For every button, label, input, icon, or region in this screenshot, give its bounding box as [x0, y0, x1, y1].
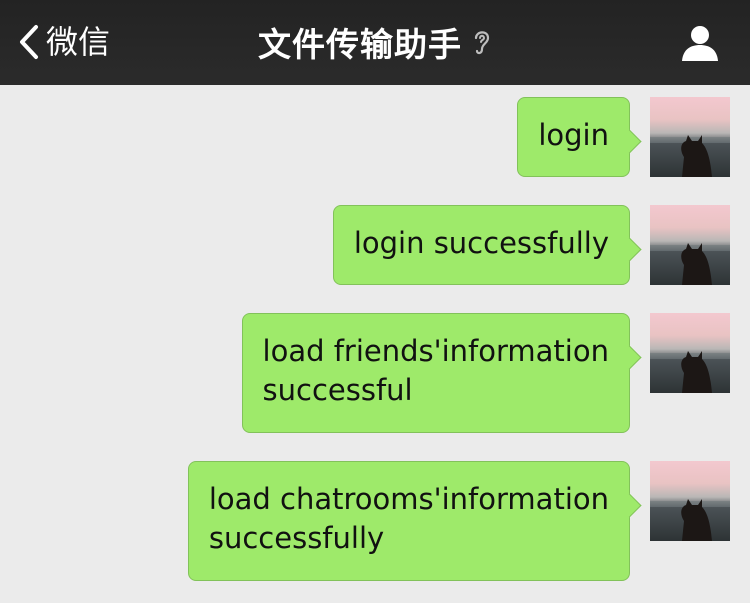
- nav-bar: 微信 文件传输助手: [0, 0, 750, 85]
- avatar[interactable]: [650, 205, 730, 285]
- avatar[interactable]: [650, 313, 730, 393]
- message-row: load friends'information successful: [241, 313, 730, 433]
- message-row: login: [517, 97, 730, 177]
- user-icon: [680, 26, 720, 66]
- message-bubble[interactable]: login successfully: [332, 205, 630, 285]
- message-bubble[interactable]: load friends'information successful: [241, 313, 630, 433]
- chat-title: 文件传输助手: [258, 25, 462, 64]
- avatar[interactable]: [650, 97, 730, 177]
- chat-title-group: 文件传输助手: [0, 20, 750, 64]
- avatar[interactable]: [650, 461, 730, 541]
- profile-button[interactable]: [680, 24, 720, 66]
- message-bubble[interactable]: login: [517, 97, 630, 177]
- message-row: load chatrooms'information successfully: [187, 461, 730, 581]
- ear-icon: [472, 27, 492, 57]
- message-bubble[interactable]: load chatrooms'information successfully: [187, 461, 630, 581]
- message-row: login successfully: [332, 205, 730, 285]
